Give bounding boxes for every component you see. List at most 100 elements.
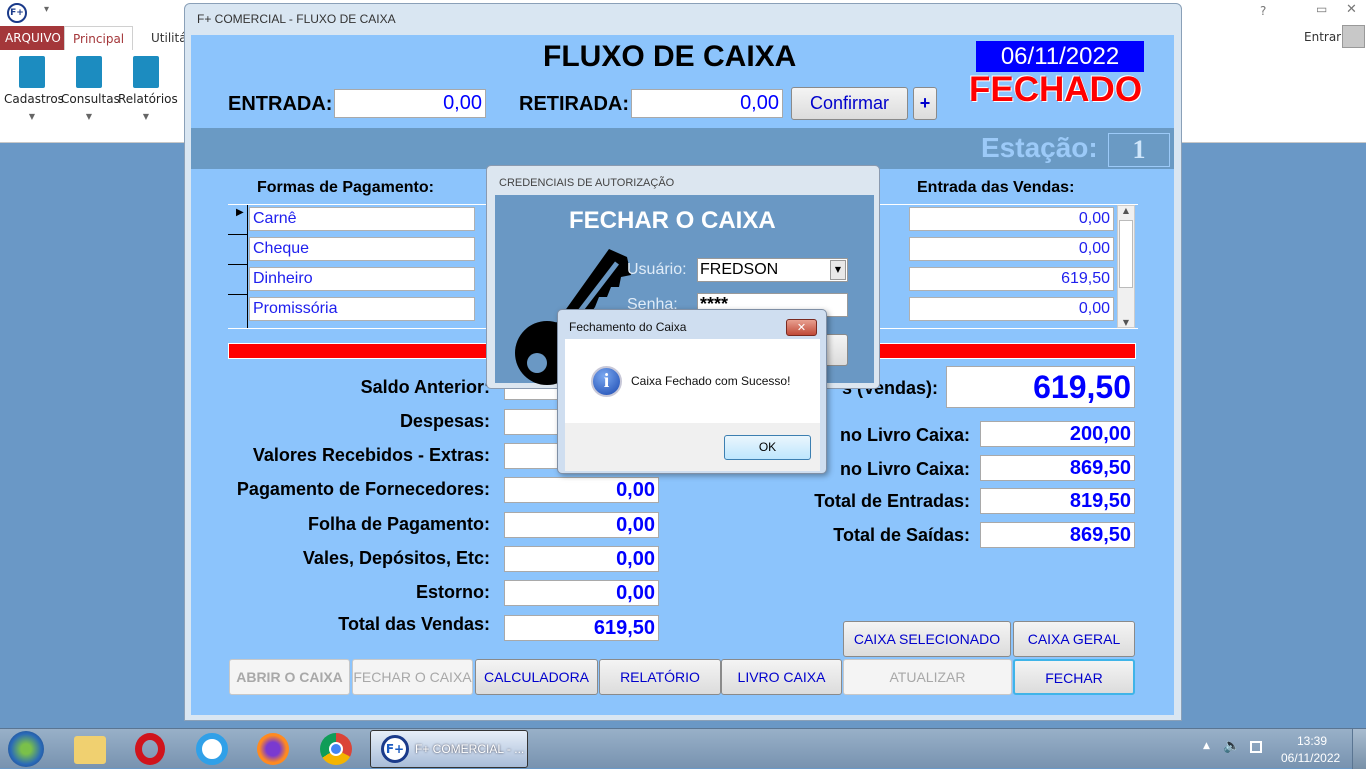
plus-button[interactable]: +	[913, 87, 937, 120]
close-app-button[interactable]: ✕	[1346, 2, 1357, 17]
total-entradas-label: Total de Entradas:	[814, 491, 970, 511]
internet-explorer-icon[interactable]	[196, 733, 228, 765]
taskbar-app-label: F+ COMERCIAL - ...	[415, 742, 525, 756]
relatorios-button[interactable]: Relatórios ▼	[118, 56, 178, 121]
grid-scrollbar[interactable]: ▲ ▼	[1117, 205, 1135, 328]
row-divider	[228, 234, 248, 235]
user-select-value: FREDSON	[700, 261, 779, 278]
pagamento-fornecedores-input[interactable]: 0,00	[504, 477, 659, 503]
consultas-label: Consultas	[61, 92, 120, 106]
fechar-button[interactable]: FECHAR	[1013, 659, 1135, 695]
cadastros-label: Cadastros	[4, 92, 64, 106]
relatorio-button[interactable]: RELATÓRIO	[599, 659, 721, 695]
station-label: Estação:	[981, 132, 1098, 163]
despesas-label: Despesas:	[399, 411, 490, 431]
consultas-icon	[76, 56, 102, 88]
entrada-label: ENTRADA:	[228, 93, 333, 115]
total-entradas-value[interactable]: 819,50	[980, 488, 1135, 514]
payment-method-value[interactable]: 619,50	[909, 267, 1114, 291]
folha-pagamento-input[interactable]: 0,00	[504, 512, 659, 538]
clock-time[interactable]: 13:39	[1297, 734, 1327, 748]
signin-link[interactable]: Entrar	[1304, 30, 1341, 44]
message-dialog-title: Fechamento do Caixa	[569, 320, 687, 334]
caixa-selecionado-button[interactable]: CAIXA SELECIONADO	[843, 621, 1011, 657]
vales-depositos-input[interactable]: 0,00	[504, 546, 659, 572]
entrada-input[interactable]: 0,00	[334, 89, 486, 118]
vales-depositos-label: Vales, Depósitos, Etc:	[302, 548, 490, 568]
consultas-button[interactable]: Consultas ▼	[61, 56, 120, 121]
livro-caixa-button[interactable]: LIVRO CAIXA	[721, 659, 842, 695]
payment-method-value[interactable]: 0,00	[909, 237, 1114, 261]
scroll-up-icon[interactable]: ▲	[1118, 206, 1134, 215]
firefox-icon[interactable]	[257, 733, 289, 765]
ok-button[interactable]: OK	[724, 435, 811, 460]
avatar[interactable]	[1342, 25, 1365, 48]
total-saidas-value[interactable]: 869,50	[980, 522, 1135, 548]
livro-caixa-value-2[interactable]: 869,50	[980, 455, 1135, 481]
info-icon: i	[591, 366, 622, 397]
cadastros-button[interactable]: Cadastros ▼	[4, 56, 64, 121]
credentials-heading: FECHAR O CAIXA	[569, 207, 776, 234]
atualizar-button[interactable]: ATUALIZAR	[843, 659, 1012, 695]
calculadora-button[interactable]: CALCULADORA	[475, 659, 598, 695]
payment-method-name[interactable]: Carnê	[249, 207, 475, 231]
volume-icon[interactable]: 🔈	[1223, 738, 1240, 754]
clock-date[interactable]: 06/11/2022	[1281, 751, 1340, 765]
station-value: 1	[1108, 133, 1170, 167]
payment-methods-header: Formas de Pagamento:	[257, 179, 434, 196]
abrir-caixa-button[interactable]: ABRIR O CAIXA	[229, 659, 350, 695]
user-label: Usuário:	[627, 261, 687, 278]
payment-method-value[interactable]: 0,00	[909, 297, 1114, 321]
status-badge: FECHADO	[969, 70, 1143, 109]
chrome-icon[interactable]	[320, 733, 352, 765]
help-button[interactable]: ?	[1260, 4, 1266, 18]
estorno-input[interactable]: 0,00	[504, 580, 659, 606]
user-select[interactable]: FREDSON ▼	[697, 258, 848, 282]
start-button-icon[interactable]	[8, 731, 44, 767]
total-vendas-label: Total das Vendas:	[338, 614, 490, 634]
payment-method-name[interactable]: Cheque	[249, 237, 475, 261]
folha-pagamento-label: Folha de Pagamento:	[307, 514, 490, 534]
payment-method-value[interactable]: 0,00	[909, 207, 1114, 231]
chevron-down-icon[interactable]: ▼	[830, 260, 846, 280]
row-divider	[228, 264, 248, 265]
total-vendas-input[interactable]: 619,50	[504, 615, 659, 641]
scroll-down-icon[interactable]: ▼	[1118, 318, 1134, 327]
confirm-button[interactable]: Confirmar	[791, 87, 908, 120]
row-divider	[228, 294, 248, 295]
app-logo-icon: F+	[7, 3, 27, 23]
livro-caixa-value-1[interactable]: 200,00	[980, 421, 1135, 447]
payment-method-name[interactable]: Dinheiro	[249, 267, 475, 291]
sales-entry-header: Entrada das Vendas:	[917, 179, 1075, 196]
page-title: FLUXO DE CAIXA	[543, 40, 797, 73]
relatorios-icon	[133, 56, 159, 88]
quick-access-icon[interactable]: ▾	[44, 4, 49, 15]
taskbar: F+ F+ COMERCIAL - ... ▲ 🔈 13:39 06/11/20…	[0, 728, 1366, 769]
tab-principal[interactable]: Principal	[64, 26, 134, 50]
pagamento-fornecedores-label: Pagamento de Fornecedores:	[236, 479, 490, 499]
close-dialog-button[interactable]: ✕	[786, 319, 817, 336]
message-dialog: Fechamento do Caixa ✕ i Caixa Fechado co…	[557, 309, 827, 474]
livro-caixa-label-1: no Livro Caixa:	[839, 425, 970, 445]
scroll-thumb[interactable]	[1119, 220, 1133, 288]
app-icon: F+	[381, 735, 409, 763]
retirada-input[interactable]: 0,00	[631, 89, 783, 118]
network-icon[interactable]	[1250, 741, 1262, 753]
payment-method-name[interactable]: Promissória	[249, 297, 475, 321]
relatorios-label: Relatórios	[118, 92, 178, 106]
tab-arquivo[interactable]: ARQUIVO	[0, 26, 66, 50]
caixa-geral-button[interactable]: CAIXA GERAL	[1013, 621, 1135, 657]
taskbar-app-button[interactable]: F+ F+ COMERCIAL - ...	[370, 730, 528, 768]
restore-button[interactable]: ▭	[1316, 2, 1327, 16]
show-desktop-button[interactable]	[1352, 729, 1366, 769]
livro-caixa-label-2: no Livro Caixa:	[839, 459, 970, 479]
cadastros-icon	[19, 56, 45, 88]
fechar-caixa-button[interactable]: FECHAR O CAIXA	[352, 659, 473, 695]
row-indicator-column	[228, 205, 248, 328]
window-title: F+ COMERCIAL - FLUXO DE CAIXA	[197, 12, 396, 26]
file-explorer-icon[interactable]	[74, 736, 106, 764]
opera-icon[interactable]	[135, 733, 165, 765]
show-hidden-icons[interactable]: ▲	[1203, 741, 1210, 751]
saldo-anterior-label: Saldo Anterior:	[360, 377, 490, 397]
total-saidas-label: Total de Saídas:	[833, 525, 970, 545]
